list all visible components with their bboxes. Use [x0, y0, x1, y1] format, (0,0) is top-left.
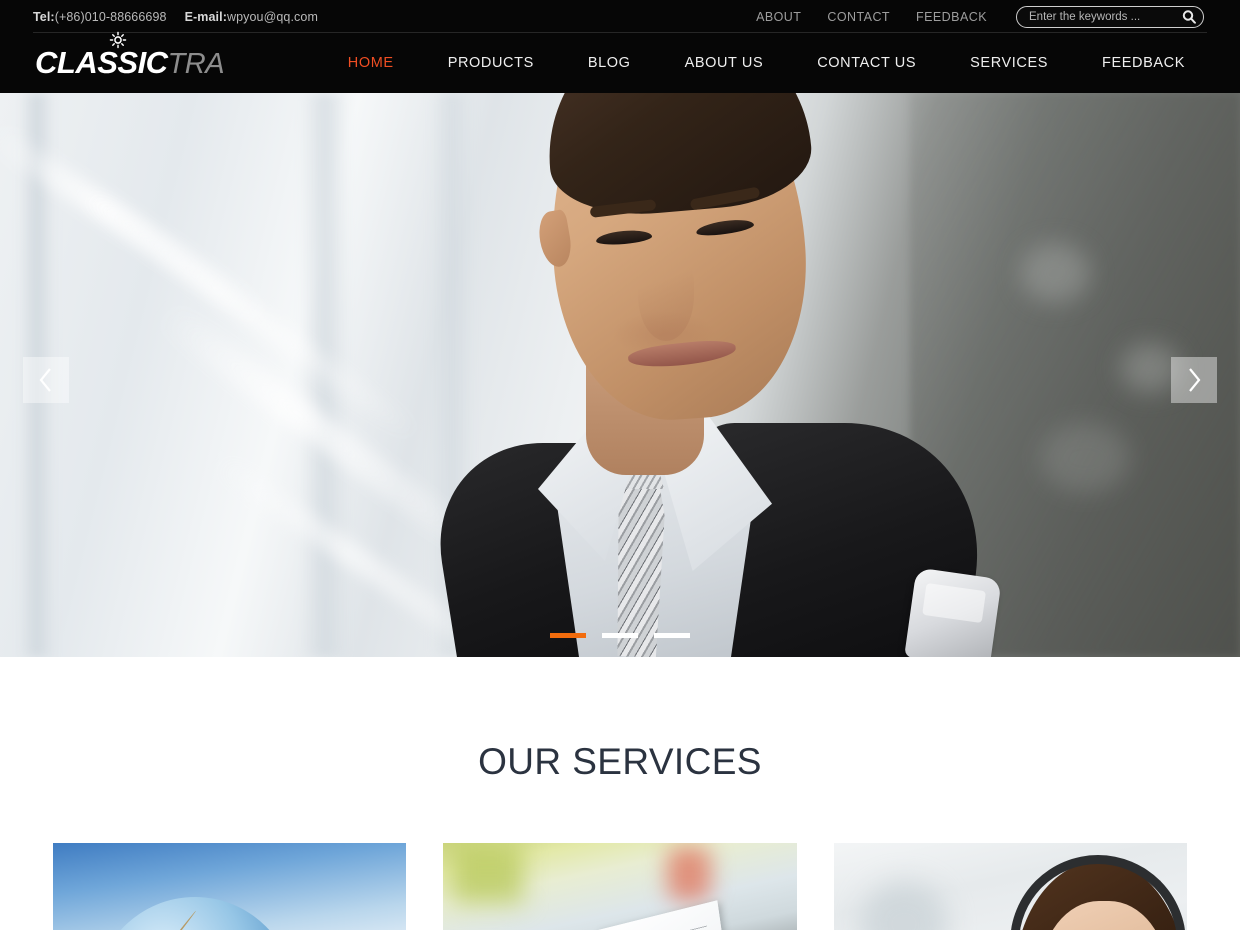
hero-phone-prop — [904, 567, 1002, 657]
slider-prev-button[interactable] — [23, 357, 69, 403]
topbar-links: ABOUT CONTACT FEEDBACK — [743, 5, 1207, 28]
topbar-link-about[interactable]: ABOUT — [743, 10, 814, 24]
email-value: wpyou@qq.com — [226, 9, 318, 24]
service-card-image — [443, 843, 797, 930]
search-box[interactable] — [1016, 5, 1207, 28]
phone-value: (+86)010-88666698 — [54, 9, 167, 24]
nav-item-feedback[interactable]: FEEDBACK — [1075, 55, 1212, 71]
top-bar: Tel:(+86)010-88666698 E-mail:wpyou@qq.com… — [0, 0, 1240, 33]
services-title: OUR SERVICES — [478, 741, 762, 782]
hero-slider — [0, 93, 1240, 657]
nav-item-services[interactable]: SERVICES — [943, 55, 1075, 71]
nav-item-contact-us[interactable]: CONTACT US — [790, 55, 943, 71]
slider-next-button[interactable] — [1171, 357, 1217, 403]
phone-label: Tel: — [33, 9, 55, 24]
service-card-image — [833, 843, 1187, 930]
search-input[interactable] — [1017, 6, 1207, 27]
chevron-left-icon — [39, 368, 51, 392]
service-card-globe-network[interactable] — [53, 843, 407, 930]
logo-text-primary: CLASSIC — [35, 45, 168, 80]
chevron-right-icon — [1189, 368, 1201, 392]
nav-item-products[interactable]: PRODUCTS — [421, 55, 561, 71]
sun-icon — [109, 31, 127, 49]
service-card-image — [53, 843, 407, 930]
site-header: CLASSIC TRA HOME PRODUCTS BLOG ABOUT US … — [0, 31, 1240, 93]
search-button[interactable] — [1181, 9, 1196, 24]
topbar-link-contact[interactable]: CONTACT — [814, 10, 903, 24]
logo[interactable]: CLASSIC TRA — [35, 31, 225, 80]
services-section: OUR SERVICES — [0, 657, 1240, 930]
service-card-support-agent[interactable] — [833, 843, 1187, 930]
main-navigation: HOME PRODUCTS BLOG ABOUT US CONTACT US S… — [321, 55, 1212, 71]
service-card-documents[interactable] — [443, 843, 797, 930]
nav-item-blog[interactable]: BLOG — [561, 55, 658, 71]
hero-image — [0, 93, 1240, 657]
search-icon — [1182, 10, 1196, 24]
slider-dot-2[interactable] — [602, 633, 638, 638]
logo-text-secondary: TRA — [167, 48, 225, 80]
services-grid — [0, 843, 1240, 930]
email-label: E-mail: — [184, 9, 227, 24]
contact-info: Tel:(+86)010-88666698 E-mail:wpyou@qq.com — [33, 10, 318, 24]
nav-item-about-us[interactable]: ABOUT US — [658, 55, 791, 71]
nav-item-home[interactable]: HOME — [321, 55, 421, 71]
slider-dot-3[interactable] — [654, 633, 690, 638]
slider-pagination — [0, 633, 1240, 638]
topbar-link-feedback[interactable]: FEEDBACK — [903, 10, 1000, 24]
hero-subject — [380, 93, 1020, 657]
slider-dot-1[interactable] — [550, 633, 586, 638]
